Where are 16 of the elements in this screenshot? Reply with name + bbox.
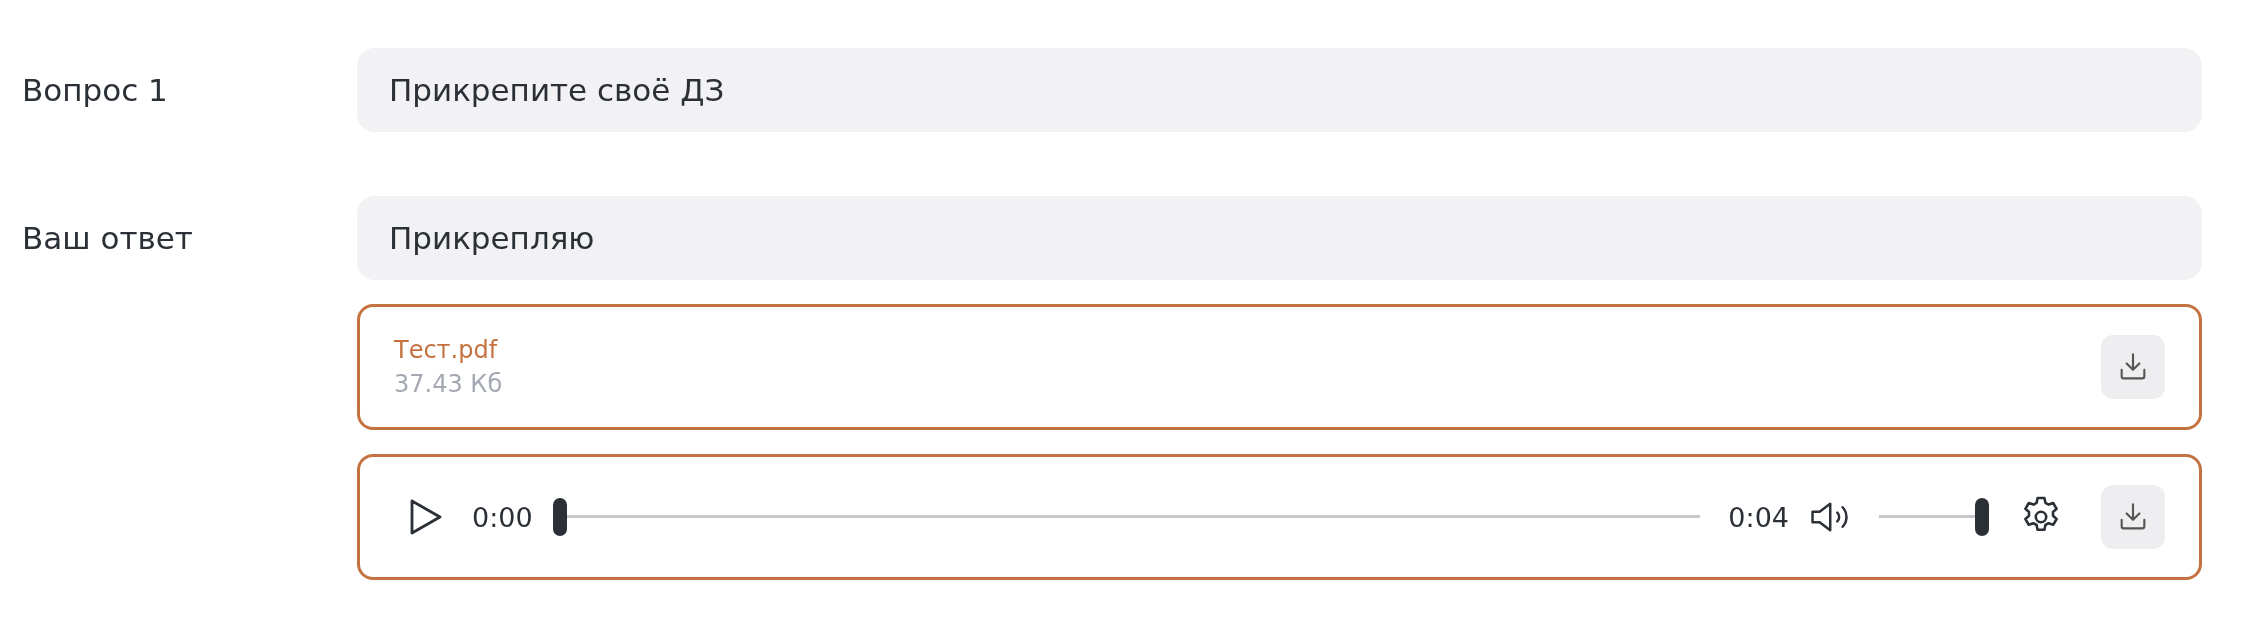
progress-thumb[interactable] xyxy=(552,498,567,536)
volume-slider[interactable] xyxy=(1879,498,1989,536)
answer-text: Прикрепите своё ДЗ xyxy=(357,48,2202,132)
file-size: 37.43 Кб xyxy=(394,370,503,398)
play-button[interactable] xyxy=(408,497,444,537)
current-time: 0:00 xyxy=(472,501,533,533)
progress-slider[interactable] xyxy=(552,498,1701,536)
download-button[interactable] xyxy=(2101,485,2165,549)
download-button[interactable] xyxy=(2101,335,2165,399)
duration-time: 0:04 xyxy=(1728,501,1789,533)
question-label: Вопрос 1 xyxy=(21,72,169,108)
volume-thumb[interactable] xyxy=(1975,498,1989,536)
play-icon xyxy=(408,497,444,537)
answer-text: Прикрепляю xyxy=(357,196,2202,280)
question-label: Ваш ответ xyxy=(21,220,194,256)
file-link[interactable]: Тест.pdf xyxy=(394,336,503,364)
